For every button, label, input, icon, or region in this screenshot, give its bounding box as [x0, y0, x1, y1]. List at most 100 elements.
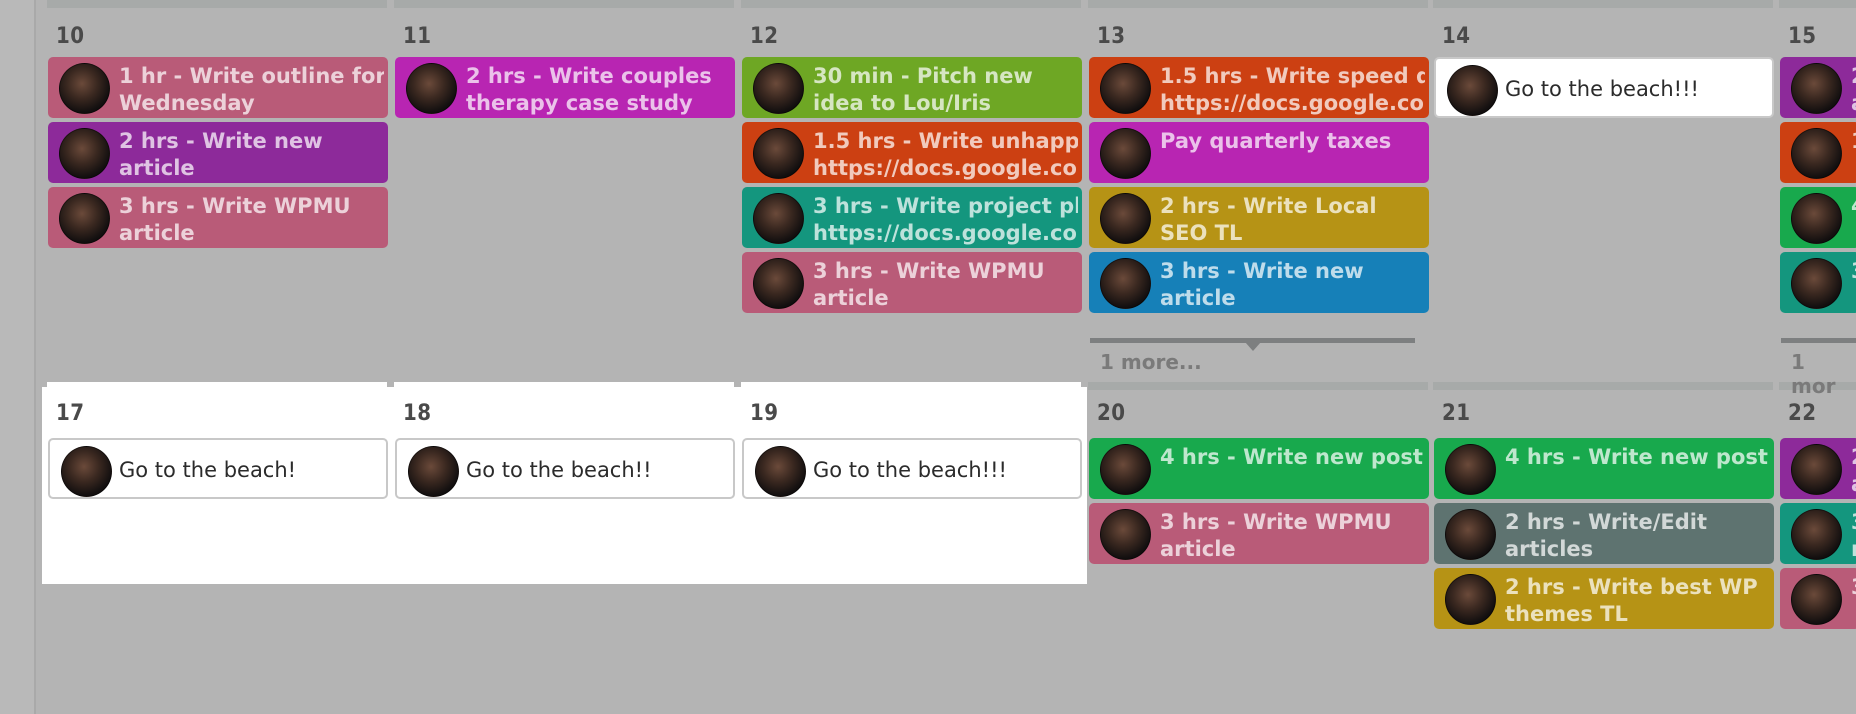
event-title: 2 hrs - Write new article	[119, 129, 323, 180]
calendar-event[interactable]: Go to the beach!	[48, 438, 388, 499]
event-title: 2 a	[1851, 444, 1856, 498]
calendar-event[interactable]: 1.5 hrs - Write speed di https://docs.go…	[1089, 57, 1429, 118]
avatar	[1100, 63, 1151, 114]
calendar-event[interactable]: 3	[1780, 252, 1856, 313]
calendar-event[interactable]: 4 hrs - Write new post	[1434, 438, 1774, 499]
avatar	[59, 193, 110, 244]
calendar-event[interactable]: 4	[1780, 187, 1856, 248]
avatar	[1100, 444, 1151, 495]
week-divider	[47, 382, 387, 390]
day-number[interactable]: 14	[1442, 24, 1471, 49]
avatar	[1791, 258, 1842, 309]
avatar	[1100, 258, 1151, 309]
day-number[interactable]: 19	[750, 401, 779, 426]
more-events-link[interactable]: 1 mor	[1791, 350, 1856, 398]
event-title: Go to the beach!!	[466, 458, 652, 482]
event-title: Go to the beach!!!	[813, 458, 1007, 482]
avatar	[1447, 65, 1498, 116]
avatar	[1445, 574, 1496, 625]
calendar-event[interactable]: 4 hrs - Write new post	[1089, 438, 1429, 499]
avatar	[59, 63, 110, 114]
calendar-event[interactable]: 3 hrs - Write project ph https://docs.go…	[742, 187, 1082, 248]
event-title: Pay quarterly taxes	[1160, 129, 1392, 153]
week-divider	[1433, 382, 1773, 390]
event-title: 1	[1851, 128, 1856, 155]
event-title: 3	[1851, 574, 1856, 601]
week-divider	[1433, 0, 1773, 8]
event-title: 3 hrs - Write WPMU article	[119, 194, 351, 245]
day-number[interactable]: 13	[1097, 24, 1126, 49]
avatar	[1791, 63, 1842, 114]
calendar-event[interactable]: 2 hrs - Write couples therapy case study	[395, 57, 735, 118]
calendar-event[interactable]: 2 hrs - Write best WP themes TL	[1434, 568, 1774, 629]
day-number[interactable]: 12	[750, 24, 779, 49]
day-number[interactable]: 20	[1097, 401, 1126, 426]
calendar-event[interactable]: 3 hrs - Write new article	[1089, 252, 1429, 313]
avatar	[1791, 444, 1842, 495]
calendar-event[interactable]: 3 r	[1780, 503, 1856, 564]
calendar-event[interactable]: 3 hrs - Write WPMU article	[742, 252, 1082, 313]
event-title: 2 hrs - Write couples therapy case study	[466, 64, 712, 115]
calendar-event[interactable]: 2 hrs - Write/Edit articles	[1434, 503, 1774, 564]
week-divider	[1088, 0, 1428, 8]
event-title: 3	[1851, 258, 1856, 285]
calendar-event[interactable]: Go to the beach!!	[395, 438, 735, 499]
calendar-event[interactable]: 30 min - Pitch new idea to Lou/Iris	[742, 57, 1082, 118]
avatar	[408, 446, 459, 497]
calendar-event[interactable]: 3 hrs - Write WPMU article	[48, 187, 388, 248]
day-number[interactable]: 18	[403, 401, 432, 426]
avatar	[1791, 193, 1842, 244]
calendar-event[interactable]: 2 hrs - Write Local SEO TL	[1089, 187, 1429, 248]
event-title: 1 hr - Write outline for Wednesday	[119, 64, 384, 115]
avatar	[753, 128, 804, 179]
avatar	[406, 63, 457, 114]
event-title: 4 hrs - Write new post	[1505, 445, 1768, 469]
avatar	[1445, 509, 1496, 560]
calendar-event[interactable]: 1.5 hrs - Write unhappy https://docs.goo…	[742, 122, 1082, 183]
event-title: 2 hrs - Write Local SEO TL	[1160, 194, 1377, 245]
week-divider	[1088, 382, 1428, 390]
calendar-event[interactable]: 2 a	[1780, 438, 1856, 499]
week-divider	[47, 0, 387, 8]
week-divider	[741, 0, 1081, 8]
event-title: 4	[1851, 193, 1856, 220]
avatar	[1445, 444, 1496, 495]
avatar	[59, 128, 110, 179]
event-title: 3 r	[1851, 509, 1856, 563]
event-title: 4 hrs - Write new post	[1160, 445, 1423, 469]
day-number[interactable]: 22	[1788, 401, 1817, 426]
day-number[interactable]: 15	[1788, 24, 1817, 49]
event-title: 3 hrs - Write WPMU article	[813, 259, 1045, 310]
avatar	[1100, 193, 1151, 244]
day-number[interactable]: 11	[403, 24, 432, 49]
avatar	[1100, 509, 1151, 560]
calendar-event[interactable]: 2 hrs - Write new article	[48, 122, 388, 183]
event-title: 3 hrs - Write WPMU article	[1160, 510, 1392, 561]
calendar-event[interactable]: 3 hrs - Write WPMU article	[1089, 503, 1429, 564]
more-events-link[interactable]: 1 more...	[1100, 350, 1202, 374]
event-title: 2 hrs - Write/Edit articles	[1505, 510, 1707, 561]
event-title: 30 min - Pitch new idea to Lou/Iris	[813, 64, 1033, 115]
more-events-divider	[1781, 338, 1856, 343]
event-title: 1.5 hrs - Write unhappy https://docs.goo…	[813, 129, 1078, 180]
calendar-event[interactable]: Pay quarterly taxes	[1089, 122, 1429, 183]
day-number[interactable]: 10	[56, 24, 85, 49]
calendar-event[interactable]: 3	[1780, 568, 1856, 629]
avatar	[1791, 509, 1842, 560]
week-divider	[394, 382, 734, 390]
calendar-event[interactable]: Go to the beach!!!	[1434, 57, 1774, 118]
calendar-event[interactable]: Go to the beach!!!	[742, 438, 1082, 499]
event-title: 3 hrs - Write new article	[1160, 259, 1364, 310]
day-number[interactable]: 17	[56, 401, 85, 426]
avatar	[753, 258, 804, 309]
calendar-event[interactable]: 1	[1780, 122, 1856, 183]
caret-down-icon	[1245, 342, 1261, 351]
avatar	[753, 193, 804, 244]
avatar	[1791, 574, 1842, 625]
calendar-event[interactable]: 2 a	[1780, 57, 1856, 118]
day-number[interactable]: 21	[1442, 401, 1471, 426]
calendar-event[interactable]: 1 hr - Write outline for Wednesday	[48, 57, 388, 118]
event-title: 3 hrs - Write project ph https://docs.go…	[813, 194, 1078, 245]
event-title: 2 a	[1851, 63, 1856, 117]
avatar	[755, 446, 806, 497]
